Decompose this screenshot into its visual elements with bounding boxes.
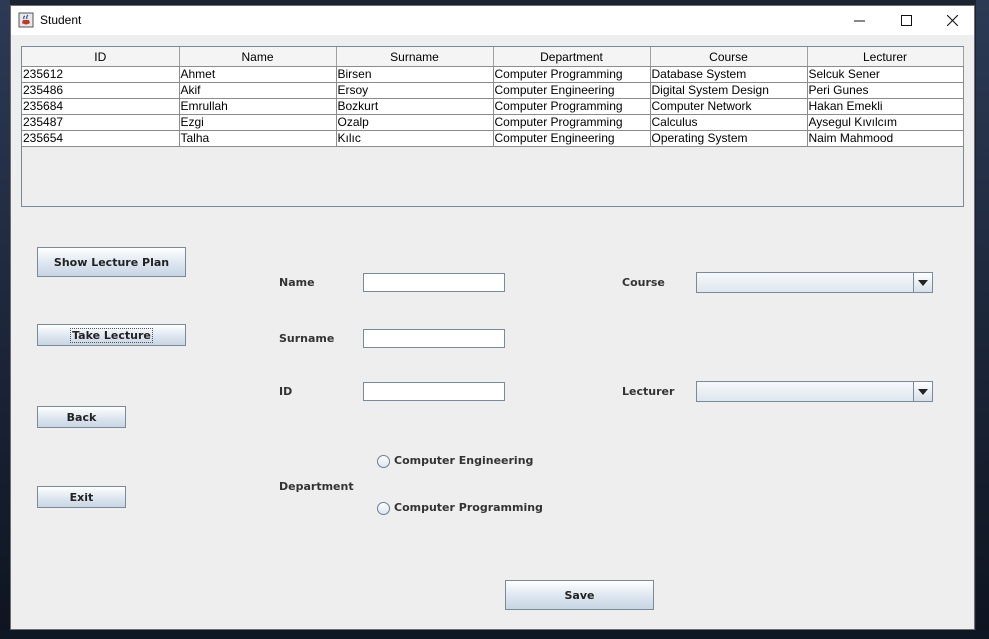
column-header-department[interactable]: Department [493,47,651,67]
student-window: Student ID Name Surname Department Cours… [10,5,975,630]
minimize-button[interactable] [836,6,882,35]
save-label: Save [564,588,595,602]
title-bar[interactable]: Student [11,6,974,35]
surname-input[interactable] [363,329,505,348]
radio-computer-programming[interactable] [377,502,390,515]
save-button[interactable]: Save [505,580,654,610]
table-cell[interactable]: 235654 [22,130,180,147]
table-row[interactable]: 235486 Akif Ersoy Computer Engineering D… [22,82,964,99]
maximize-button[interactable] [883,6,929,35]
radio-computer-programming-label[interactable]: Computer Programming [394,501,543,514]
show-lecture-plan-button[interactable]: Show Lecture Plan [37,247,186,277]
table-cell[interactable]: Database System [650,66,808,83]
take-lecture-button[interactable]: Take Lecture [37,324,186,346]
table-cell[interactable]: 235612 [22,66,180,83]
minimize-icon [853,20,865,22]
table-cell[interactable]: Computer Network [650,98,808,115]
column-header-surname[interactable]: Surname [336,47,494,67]
table-row[interactable]: 235487 Ezgi Ozalp Computer Programming C… [22,114,964,131]
java-cup-icon [18,12,34,28]
table-cell[interactable]: Computer Programming [493,114,651,131]
table-row[interactable]: 235654 Talha Kılıc Computer Engineering … [22,130,964,147]
student-table[interactable]: ID Name Surname Department Course Lectur… [21,46,964,207]
desktop-background-bottom [0,630,989,639]
course-dropdown-button[interactable] [913,273,932,292]
table-cell[interactable]: Computer Engineering [493,130,651,147]
desktop-background-right [976,0,989,639]
close-icon [946,15,958,26]
table-cell[interactable]: Ersoy [336,82,494,99]
course-select[interactable] [696,272,933,293]
table-row[interactable]: 235612 Ahmet Birsen Computer Programming… [22,66,964,83]
table-cell[interactable]: Aysegul Kıvılcım [807,114,964,131]
table-cell[interactable]: 235486 [22,82,180,99]
surname-label: Surname [279,332,335,345]
desktop-background-left [0,0,10,639]
close-button[interactable] [929,6,975,35]
back-label: Back [66,410,97,424]
table-cell[interactable]: Ezgi [179,114,337,131]
lecturer-dropdown-button[interactable] [913,382,932,401]
table-cell[interactable]: Ozalp [336,114,494,131]
table-cell[interactable]: Ahmet [179,66,337,83]
chevron-down-icon [918,388,928,395]
table-cell[interactable]: Kılıc [336,130,494,147]
lecturer-label: Lecturer [622,385,675,398]
table-cell[interactable]: Operating System [650,130,808,147]
name-label: Name [279,276,315,289]
name-input[interactable] [363,273,505,292]
table-cell[interactable]: Talha [179,130,337,147]
table-cell[interactable]: Hakan Emekli [807,98,964,115]
show-lecture-plan-label: Show Lecture Plan [53,255,170,269]
radio-computer-engineering-label[interactable]: Computer Engineering [394,454,533,467]
table-cell[interactable]: Naim Mahmood [807,130,964,147]
lecturer-select[interactable] [696,381,933,402]
department-label: Department [279,480,354,493]
table-header-row: ID Name Surname Department Course Lectur… [22,47,964,67]
column-header-course[interactable]: Course [650,47,808,67]
radio-computer-engineering[interactable] [377,455,390,468]
table-cell[interactable]: Akif [179,82,337,99]
chevron-down-icon [918,279,928,286]
column-header-name[interactable]: Name [179,47,337,67]
table-cell[interactable]: Bozkurt [336,98,494,115]
table-cell[interactable]: 235487 [22,114,180,131]
id-input[interactable] [363,382,505,401]
course-label: Course [622,276,665,289]
table-cell[interactable]: Birsen [336,66,494,83]
exit-button[interactable]: Exit [37,486,126,508]
table-cell[interactable]: Computer Programming [493,98,651,115]
window-title: Student [40,13,82,27]
table-cell[interactable]: Computer Programming [493,66,651,83]
table-cell[interactable]: Digital System Design [650,82,808,99]
student-grid[interactable]: ID Name Surname Department Course Lectur… [22,47,964,147]
id-label: ID [279,385,293,398]
table-cell[interactable]: Peri Gunes [807,82,964,99]
table-cell[interactable]: 235684 [22,98,180,115]
exit-label: Exit [69,490,94,504]
table-row[interactable]: 235684 Emrullah Bozkurt Computer Program… [22,98,964,115]
table-cell[interactable]: Emrullah [179,98,337,115]
back-button[interactable]: Back [37,406,126,428]
column-header-lecturer[interactable]: Lecturer [807,47,964,67]
table-cell[interactable]: Computer Engineering [493,82,651,99]
column-header-id[interactable]: ID [22,47,180,67]
table-cell[interactable]: Calculus [650,114,808,131]
take-lecture-label: Take Lecture [70,327,153,343]
table-cell[interactable]: Selcuk Sener [807,66,964,83]
maximize-icon [900,15,912,26]
